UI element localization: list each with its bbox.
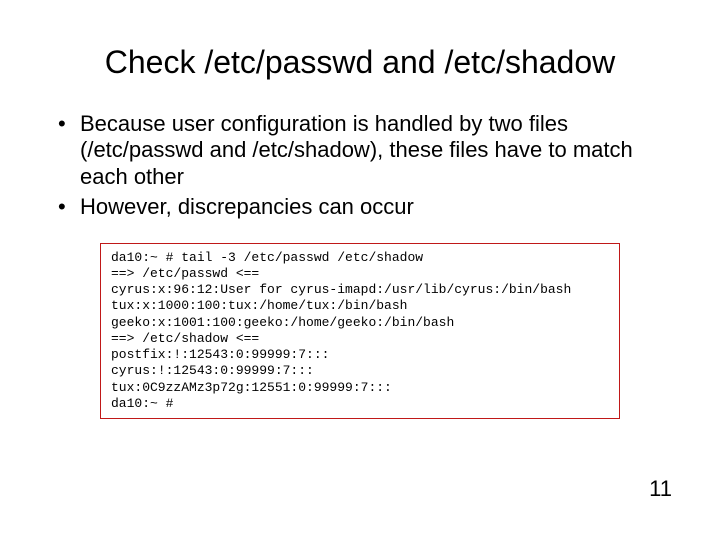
bullet-list: Because user configuration is handled by… [0, 111, 720, 221]
terminal-line: ==> /etc/passwd <== [111, 266, 259, 281]
slide-title: Check /etc/passwd and /etc/shadow [0, 0, 720, 111]
terminal-line: da10:~ # tail -3 /etc/passwd /etc/shadow [111, 250, 423, 265]
terminal-line: postfix:!:12543:0:99999:7::: [111, 347, 329, 362]
bullet-item: Because user configuration is handled by… [52, 111, 680, 190]
bullet-item: However, discrepancies can occur [52, 194, 680, 220]
page-number: 11 [649, 476, 672, 502]
slide: Check /etc/passwd and /etc/shadow Becaus… [0, 0, 720, 540]
terminal-line: tux:x:1000:100:tux:/home/tux:/bin/bash [111, 298, 407, 313]
terminal-line: geeko:x:1001:100:geeko:/home/geeko:/bin/… [111, 315, 454, 330]
terminal-line: tux:0C9zzAMz3p72g:12551:0:99999:7::: [111, 380, 392, 395]
terminal-line: cyrus:!:12543:0:99999:7::: [111, 363, 314, 378]
terminal-output: da10:~ # tail -3 /etc/passwd /etc/shadow… [100, 243, 620, 420]
terminal-line: cyrus:x:96:12:User for cyrus-imapd:/usr/… [111, 282, 571, 297]
terminal-line: ==> /etc/shadow <== [111, 331, 259, 346]
terminal-line: da10:~ # [111, 396, 173, 411]
